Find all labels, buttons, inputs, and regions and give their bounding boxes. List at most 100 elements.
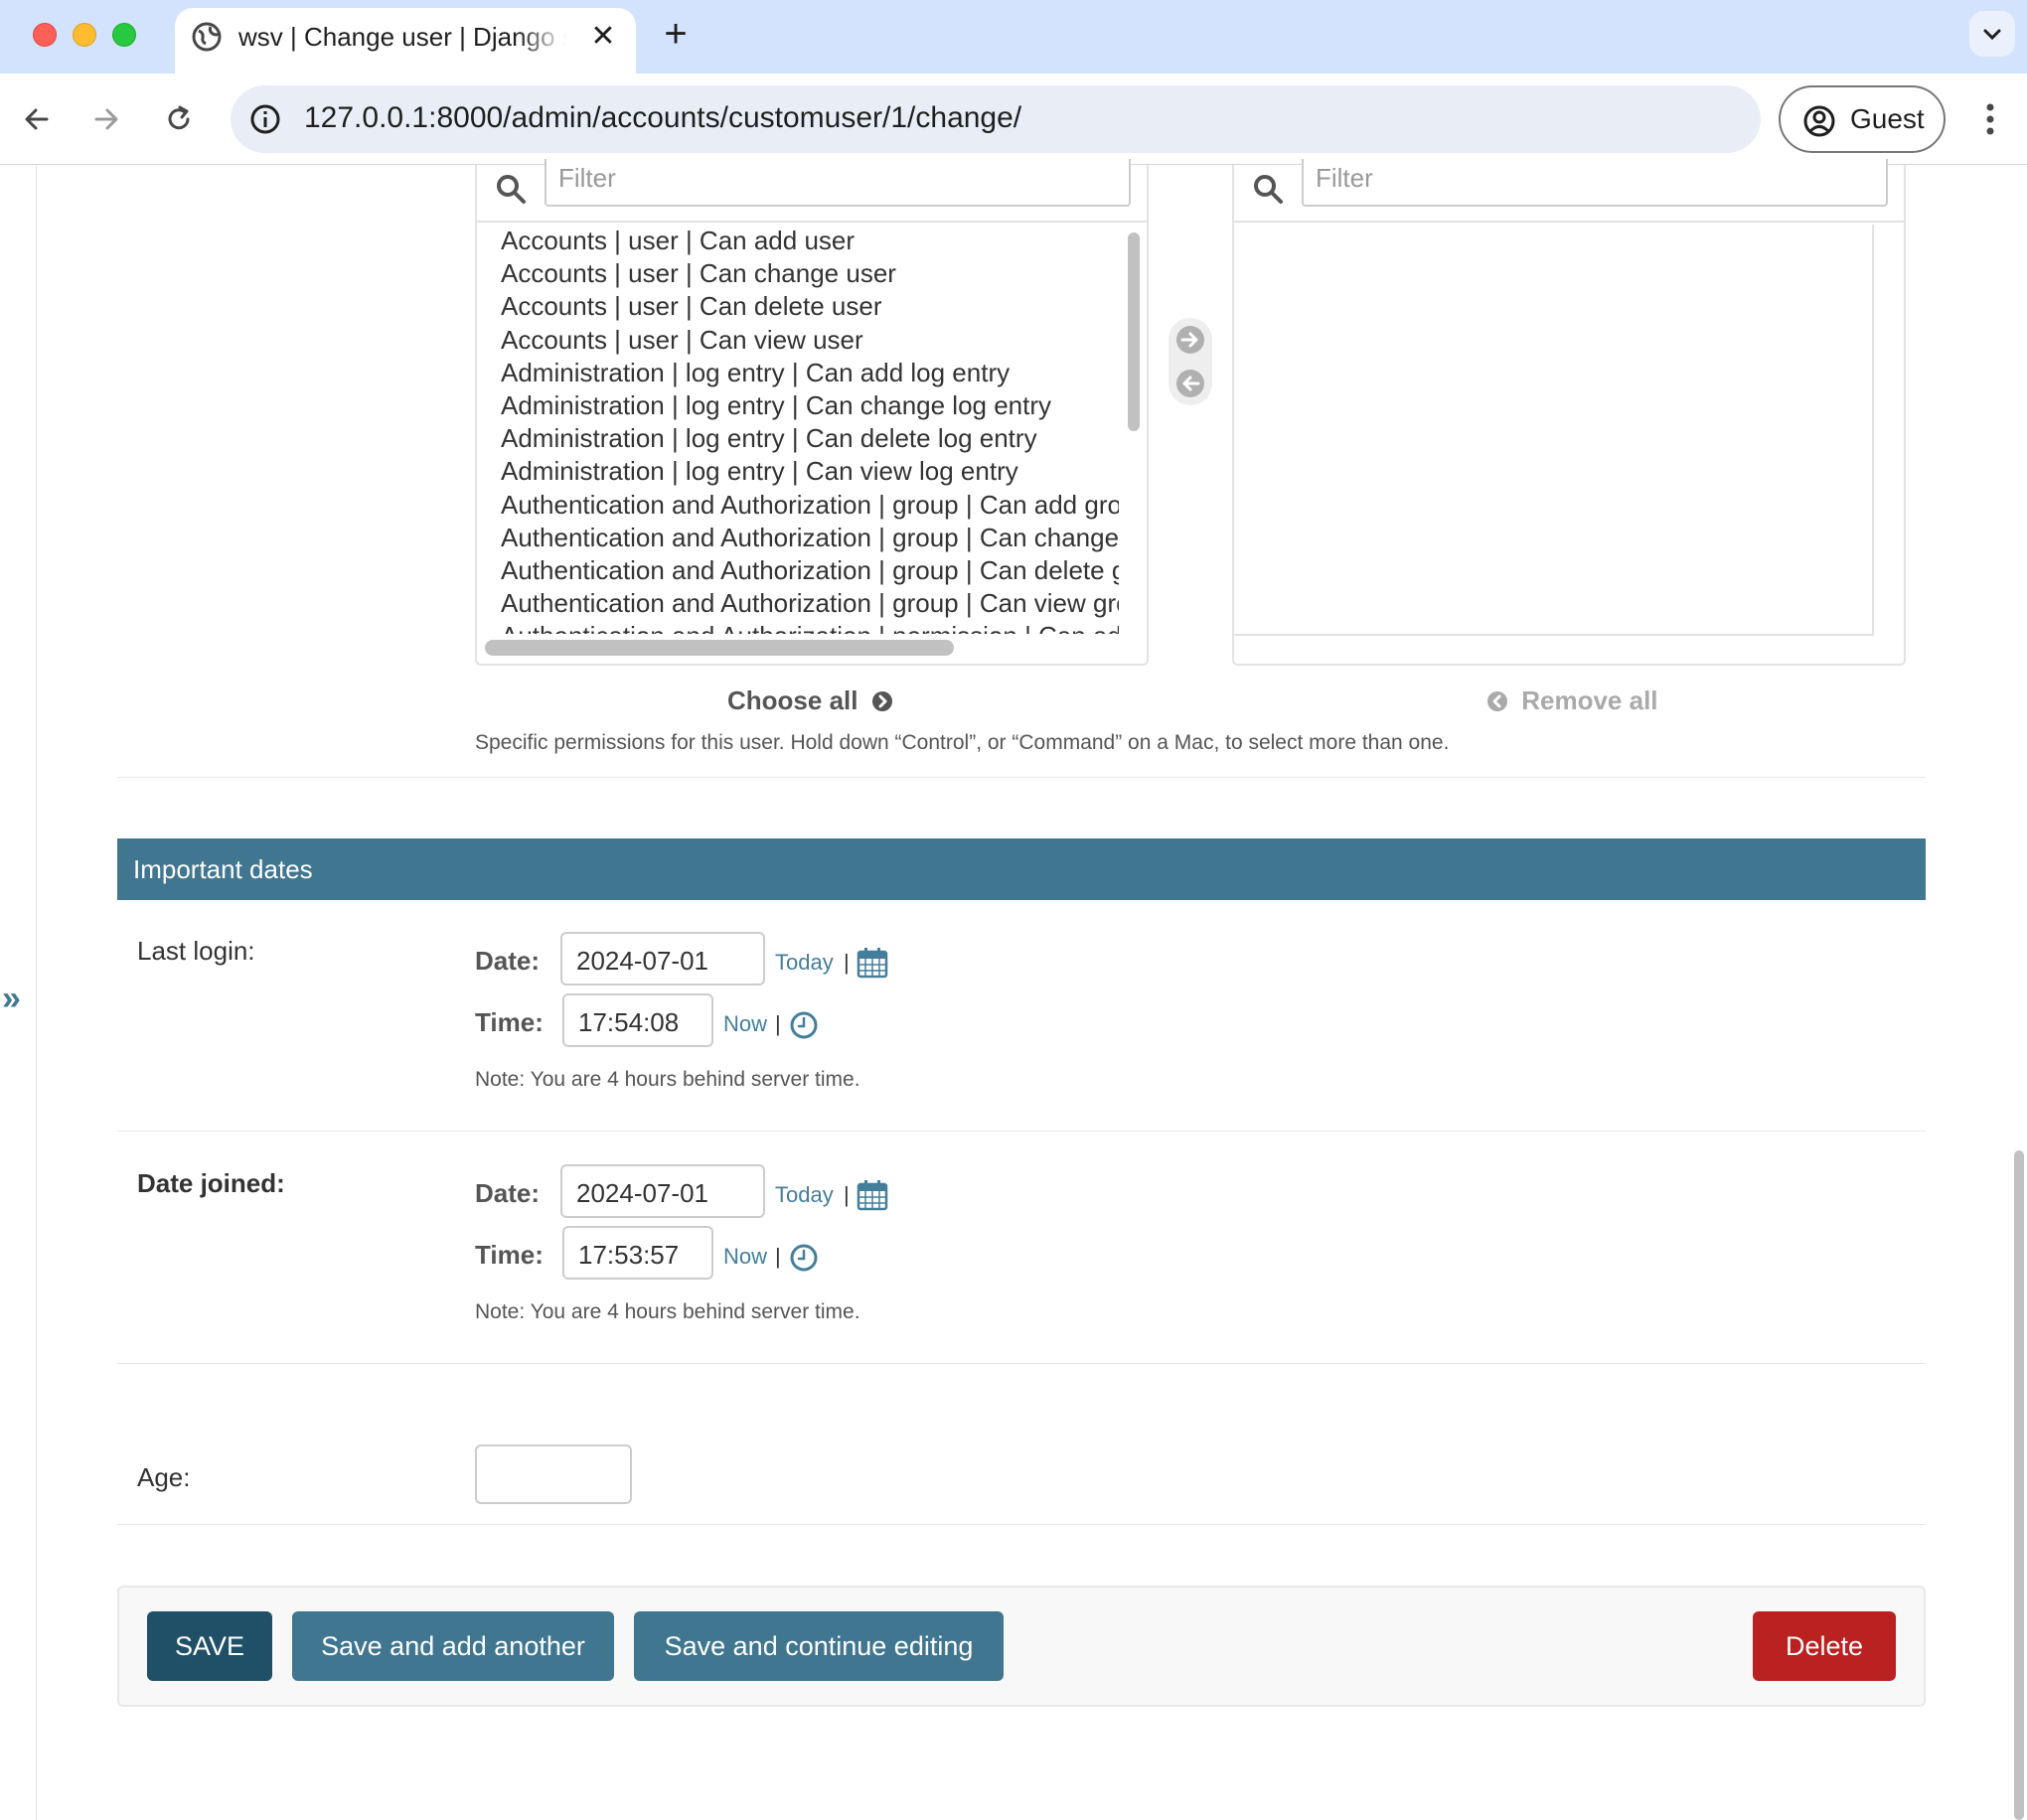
arrow-right-circle-icon[interactable]	[1174, 324, 1206, 356]
permissions-help-text: Specific permissions for this user. Hold…	[475, 731, 1450, 754]
tab-title: wsv | Change user | Django site admin	[238, 22, 566, 52]
choose-all-link[interactable]: Choose all	[727, 685, 893, 716]
last-login-label: Last login:	[137, 936, 255, 966]
available-permissions-list[interactable]: Accounts | user | Can add user Accounts …	[477, 225, 1119, 634]
available-filter-row: Filter	[477, 159, 1147, 223]
list-item[interactable]: Administration | log entry | Can delete …	[477, 422, 1119, 455]
forward-button[interactable]	[82, 95, 130, 143]
list-horizontal-scrollbar-thumb[interactable]	[485, 640, 954, 656]
date-joined-time-label: Time:	[475, 1240, 544, 1270]
maximize-window-button[interactable]	[112, 23, 136, 47]
date-joined-date-label: Date:	[475, 1178, 541, 1208]
browser-tab-bar: wsv | Change user | Django site admin ✕ …	[0, 0, 2027, 74]
last-login-today-link[interactable]: Today	[775, 950, 834, 976]
available-permissions-box: Filter Accounts | user | Can add user Ac…	[475, 159, 1149, 666]
browser-menu-icon[interactable]	[1975, 95, 2005, 143]
chosen-filter-row: Filter	[1234, 159, 1904, 223]
calendar-icon[interactable]	[857, 1179, 888, 1211]
delete-button[interactable]: Delete	[1753, 1611, 1896, 1681]
row-divider	[117, 1524, 1926, 1525]
browser-tab-active[interactable]: wsv | Change user | Django site admin ✕	[175, 8, 636, 74]
chevron-right-circle-icon	[871, 691, 892, 711]
arrow-right-icon	[94, 108, 118, 130]
age-label: Age:	[137, 1462, 191, 1492]
save-button[interactable]: SAVE	[147, 1611, 272, 1681]
arrow-left-icon	[25, 108, 49, 130]
tab-search-button[interactable]	[1969, 11, 2015, 57]
date-joined-today-link[interactable]: Today	[775, 1182, 834, 1208]
list-item[interactable]: Administration | log entry | Can change …	[477, 389, 1119, 422]
reload-button[interactable]	[155, 95, 203, 143]
list-item[interactable]: Administration | log entry | Can add log…	[477, 357, 1119, 389]
available-filter-input[interactable]: Filter	[545, 159, 1131, 207]
submit-row: SAVE Save and add another Save and conti…	[117, 1586, 1926, 1707]
list-item[interactable]: Accounts | user | Can add user	[477, 225, 1119, 257]
close-window-button[interactable]	[33, 23, 57, 47]
calendar-icon[interactable]	[857, 947, 888, 979]
close-tab-icon[interactable]: ✕	[586, 20, 620, 54]
date-joined-now-link[interactable]: Now	[723, 1244, 767, 1270]
remove-all-link[interactable]: Remove all	[1486, 685, 1658, 716]
list-item[interactable]: Accounts | user | Can delete user	[477, 290, 1119, 323]
search-icon	[497, 175, 526, 204]
important-dates-header: Important dates	[117, 838, 1926, 900]
chosen-filter-input[interactable]: Filter	[1302, 159, 1888, 207]
separator: |	[775, 1244, 781, 1269]
chosen-permissions-box: Filter	[1232, 159, 1906, 666]
reload-icon	[168, 105, 190, 130]
list-vertical-scrollbar-thumb[interactable]	[1128, 232, 1140, 431]
list-item[interactable]: Accounts | user | Can view user	[477, 324, 1119, 357]
clock-icon[interactable]	[788, 1242, 820, 1274]
search-icon	[1254, 175, 1283, 204]
list-item[interactable]: Authentication and Authorization | group…	[477, 489, 1119, 522]
chosen-permissions-list[interactable]	[1234, 225, 1874, 636]
list-item[interactable]: Authentication and Authorization | group…	[477, 554, 1119, 587]
last-login-timezone-note: Note: You are 4 hours behind server time…	[475, 1068, 860, 1091]
list-item[interactable]: Authentication and Authorization | group…	[477, 522, 1119, 554]
date-joined-timezone-note: Note: You are 4 hours behind server time…	[475, 1300, 860, 1323]
date-joined-label: Date joined:	[137, 1168, 285, 1198]
date-joined-date-input[interactable]: 2024-07-01	[560, 1164, 765, 1218]
row-divider	[117, 1363, 1926, 1364]
list-item[interactable]: Authentication and Authorization | group…	[477, 587, 1119, 620]
list-item[interactable]: Authentication and Authorization | permi…	[477, 620, 1119, 634]
list-item[interactable]: Administration | log entry | Can view lo…	[477, 455, 1119, 488]
sidebar-border	[36, 165, 37, 1820]
last-login-date-input[interactable]: 2024-07-01	[560, 932, 765, 986]
last-login-now-link[interactable]: Now	[723, 1011, 767, 1037]
sidebar-toggle-button[interactable]: »	[2, 980, 21, 1018]
list-vertical-scrollbar[interactable]	[1125, 227, 1141, 646]
row-divider	[117, 1131, 1926, 1132]
chevron-down-icon	[1983, 29, 2001, 41]
arrow-left-circle-icon[interactable]	[1174, 368, 1206, 399]
new-tab-button[interactable]: +	[656, 14, 696, 54]
clock-icon[interactable]	[788, 1009, 820, 1041]
last-login-time-input[interactable]: 17:54:08	[562, 993, 713, 1047]
last-login-date-label: Date:	[475, 946, 541, 976]
profile-label: Guest	[1850, 103, 1925, 134]
selector-chooser	[1169, 318, 1212, 405]
choose-all-label: Choose all	[727, 685, 858, 715]
date-joined-time-input[interactable]: 17:53:57	[562, 1226, 713, 1280]
chevron-left-circle-icon	[1487, 691, 1507, 711]
url-text[interactable]: 127.0.0.1:8000/admin/accounts/customuser…	[304, 101, 1021, 135]
age-input[interactable]	[475, 1444, 632, 1504]
list-item[interactable]: Accounts | user | Can change user	[477, 257, 1119, 290]
account-circle-icon	[1803, 105, 1835, 137]
row-divider	[117, 777, 1926, 778]
save-and-add-another-button[interactable]: Save and add another	[292, 1611, 614, 1681]
separator: |	[844, 950, 850, 975]
site-info-icon[interactable]	[248, 102, 282, 136]
remove-all-label: Remove all	[1521, 685, 1658, 715]
page-scrollbar-thumb[interactable]	[2014, 1150, 2024, 1820]
back-button[interactable]	[13, 95, 61, 143]
last-login-time-label: Time:	[475, 1007, 544, 1037]
save-and-continue-button[interactable]: Save and continue editing	[634, 1611, 1004, 1681]
browser-toolbar: 127.0.0.1:8000/admin/accounts/customuser…	[0, 74, 2027, 165]
separator: |	[844, 1182, 850, 1207]
minimize-window-button[interactable]	[73, 23, 96, 47]
separator: |	[775, 1011, 781, 1036]
profile-button[interactable]: Guest	[1779, 85, 1946, 153]
address-bar[interactable]: 127.0.0.1:8000/admin/accounts/customuser…	[231, 85, 1761, 153]
globe-icon	[191, 21, 223, 53]
